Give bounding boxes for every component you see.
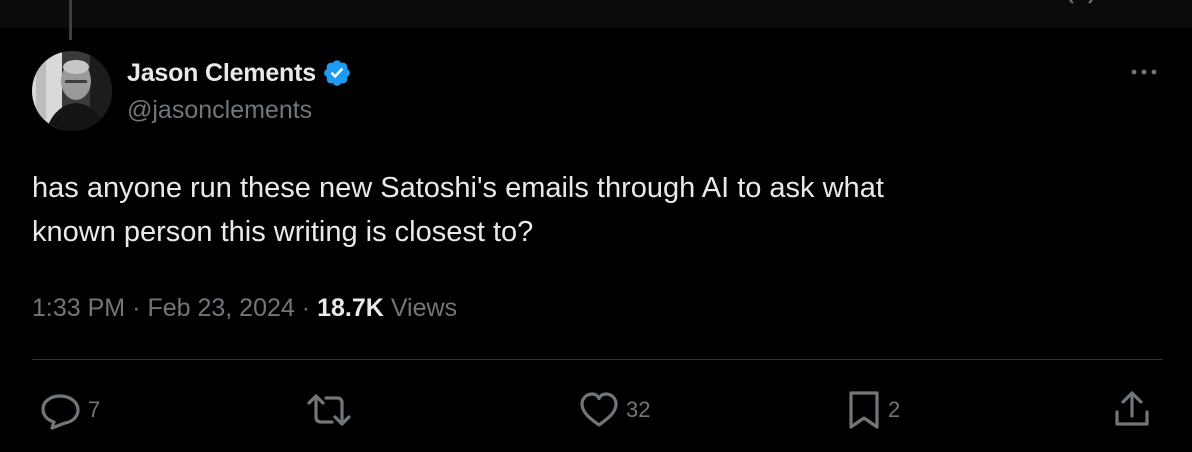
author-display-name[interactable]: Jason Clements [127,59,316,88]
thread-connector-line [69,0,72,40]
repost-button[interactable] [305,390,359,430]
share-button[interactable] [1112,390,1152,430]
author-name-row: Jason Clements [127,56,352,90]
verified-badge-icon[interactable] [322,58,352,88]
divider [32,359,1163,360]
tweet-text: has anyone run these new Satoshi's email… [32,172,884,248]
repost-icon [307,394,351,426]
author-handle[interactable]: @jasonclements [127,96,312,125]
previous-post-icon-fragment [1069,0,1093,4]
reply-button[interactable]: 7 [40,390,100,430]
bookmark-icon [849,391,879,429]
bookmark-button[interactable]: 2 [846,390,900,430]
meta-separator: · [132,293,141,322]
meta-separator: · [301,293,311,322]
more-options-button[interactable] [1124,58,1164,86]
like-count: 32 [626,397,651,422]
avatar[interactable] [32,51,112,131]
profile-photo [32,51,112,131]
bookmark-count: 2 [888,397,901,422]
views-count[interactable]: 18.7K [317,294,384,323]
tweet-time[interactable]: 1:33 PM [32,294,125,323]
tweet-date[interactable]: Feb 23, 2024 [147,294,294,323]
heart-icon [580,392,618,427]
like-button[interactable]: 32 [578,390,650,430]
reply-count: 7 [88,397,101,422]
previous-post-edge [0,0,1192,28]
reply-icon [41,394,80,430]
views-label[interactable]: Views [391,294,457,323]
more-icon [1131,69,1157,75]
tweet-metadata: 1:33 PM · Feb 23, 2024 · 18.7K Views [32,288,457,328]
share-icon [1115,391,1149,426]
